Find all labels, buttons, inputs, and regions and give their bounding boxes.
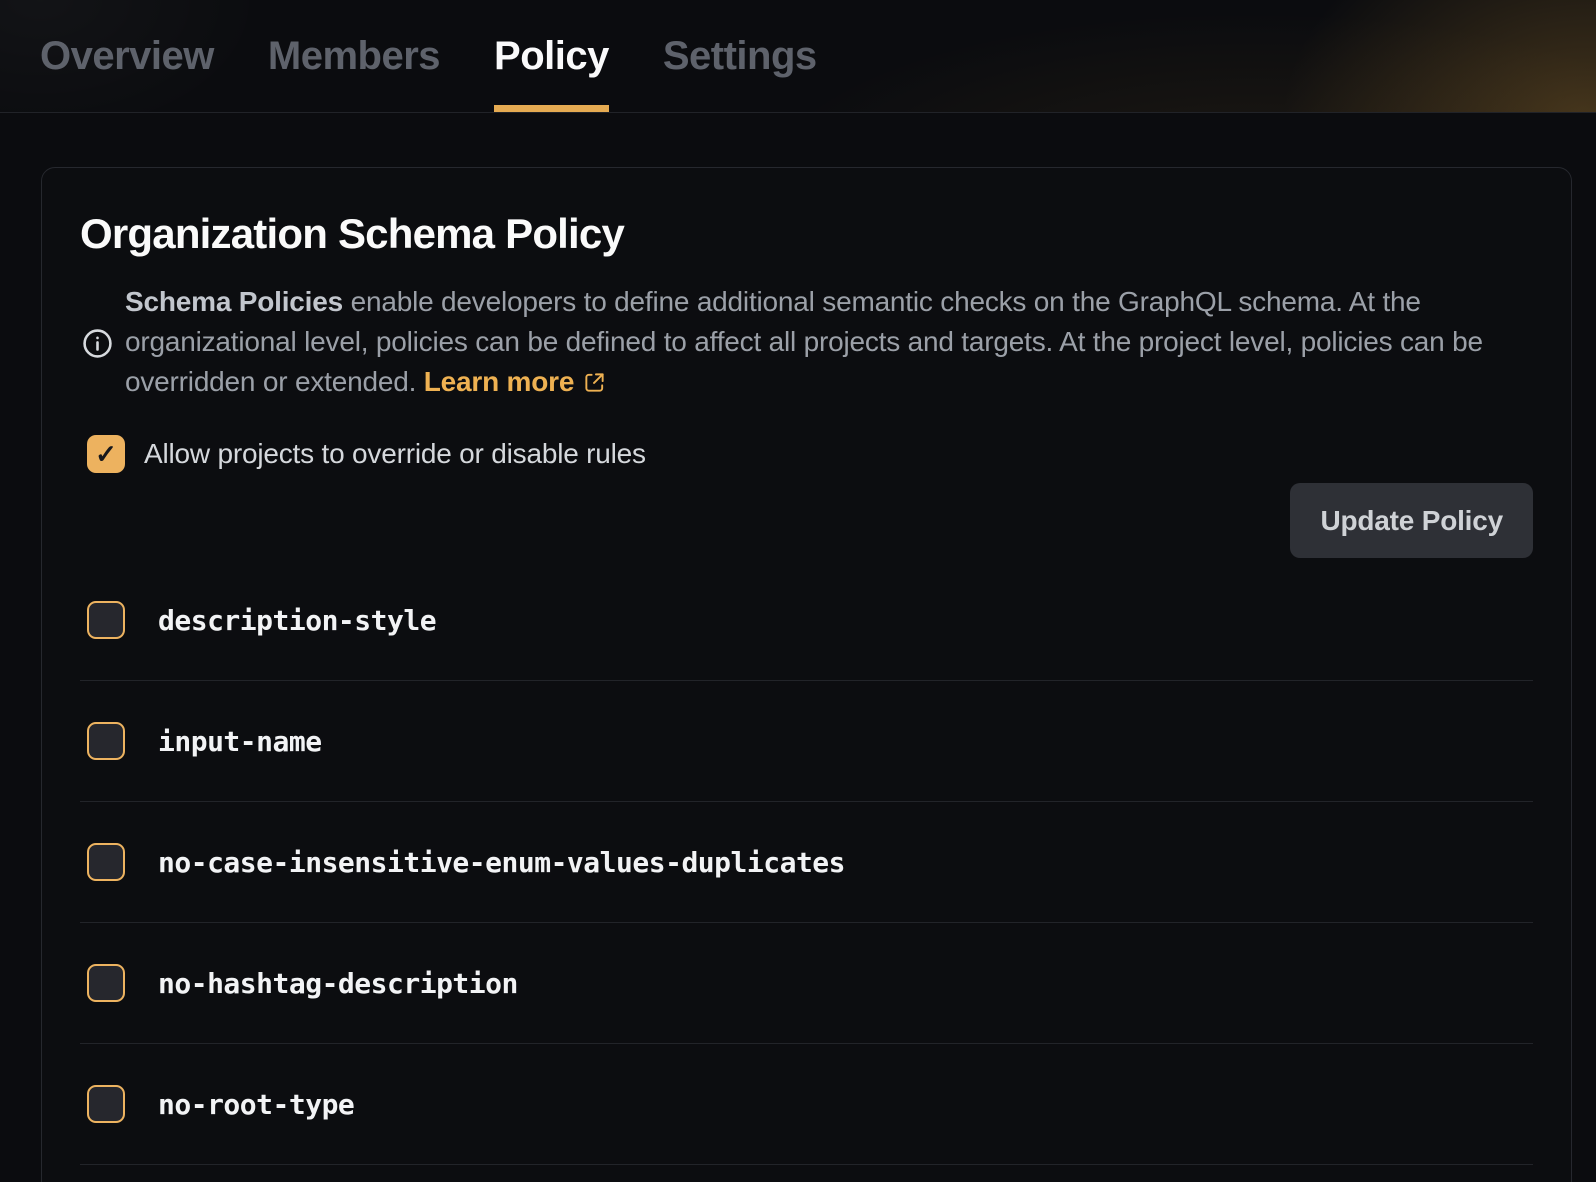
rule-checkbox[interactable] — [87, 601, 125, 639]
rule-row: no-root-type — [80, 1044, 1533, 1165]
external-link-icon — [583, 365, 606, 405]
policy-card: Organization Schema Policy Schema Polici… — [41, 167, 1572, 1182]
rule-name: description-style — [158, 604, 436, 637]
check-icon: ✓ — [95, 439, 117, 470]
tab-overview[interactable]: Overview — [40, 0, 214, 112]
rule-name: no-root-type — [158, 1088, 354, 1121]
description-lead: Schema Policies — [125, 286, 343, 317]
tab-bar: Overview Members Policy Settings — [0, 0, 1596, 113]
tab-label: Members — [268, 34, 440, 79]
description-text: Schema Policies enable developers to def… — [125, 282, 1497, 405]
tab-label: Policy — [494, 34, 609, 79]
rule-name: no-hashtag-description — [158, 967, 518, 1000]
update-policy-button[interactable]: Update Policy — [1290, 483, 1533, 558]
rule-name: no-case-insensitive-enum-values-duplicat… — [158, 846, 845, 879]
rule-checkbox[interactable] — [87, 1085, 125, 1123]
rule-row: input-name — [80, 681, 1533, 802]
learn-more-link[interactable]: Learn more — [424, 366, 607, 397]
allow-override-label: Allow projects to override or disable ru… — [144, 438, 646, 470]
learn-more-label: Learn more — [424, 366, 575, 397]
page-title: Organization Schema Policy — [80, 210, 1533, 258]
rule-row: no-hashtag-description — [80, 923, 1533, 1044]
allow-override-row[interactable]: ✓ Allow projects to override or disable … — [80, 435, 1533, 473]
rules-list: description-style input-name no-case-ins… — [80, 560, 1533, 1165]
tab-members[interactable]: Members — [268, 0, 440, 112]
tab-label: Settings — [663, 34, 817, 79]
tab-policy[interactable]: Policy — [494, 0, 609, 112]
rule-row: no-case-insensitive-enum-values-duplicat… — [80, 802, 1533, 923]
rule-name: input-name — [158, 725, 322, 758]
allow-override-checkbox[interactable]: ✓ — [87, 435, 125, 473]
rule-checkbox[interactable] — [87, 964, 125, 1002]
button-row: Update Policy — [80, 483, 1533, 558]
active-tab-indicator — [494, 105, 609, 112]
policy-description: Schema Policies enable developers to def… — [80, 282, 1533, 405]
rule-checkbox[interactable] — [87, 722, 125, 760]
tab-settings[interactable]: Settings — [663, 0, 817, 112]
info-icon — [82, 328, 113, 359]
rule-checkbox[interactable] — [87, 843, 125, 881]
rule-row: description-style — [80, 560, 1533, 681]
main-content: Organization Schema Policy Schema Polici… — [0, 113, 1596, 1182]
tab-label: Overview — [40, 34, 214, 79]
